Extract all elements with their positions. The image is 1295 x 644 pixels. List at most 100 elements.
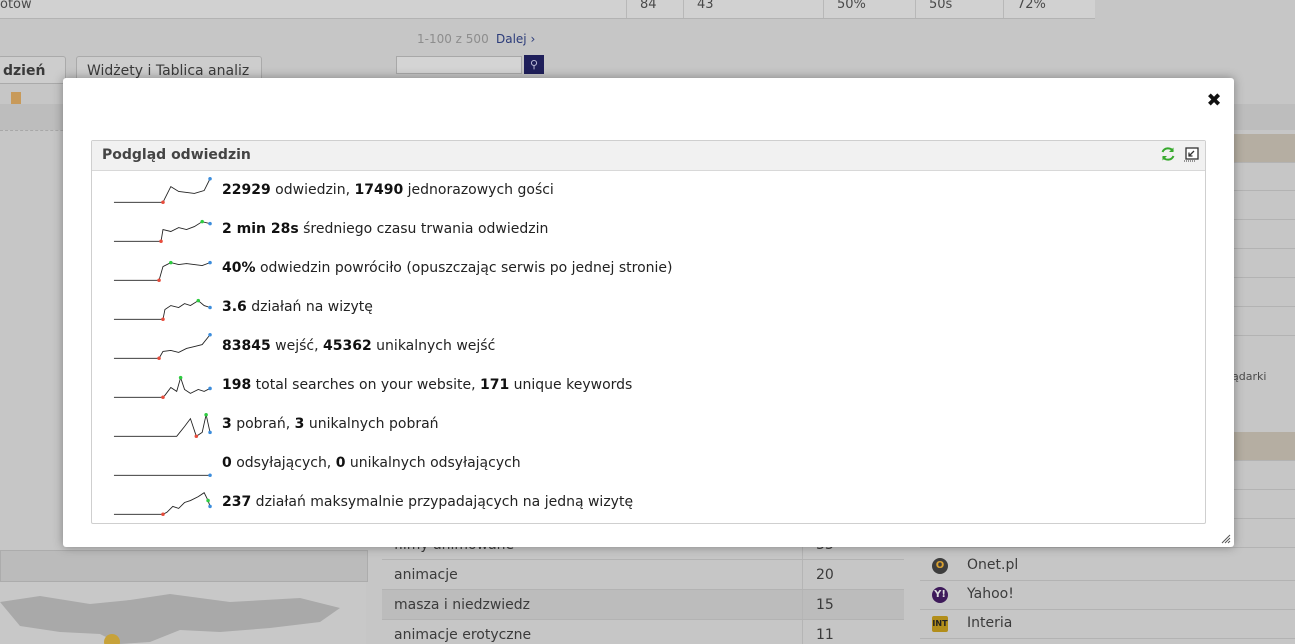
bg-world-map bbox=[0, 582, 366, 644]
metric-value: 22929 bbox=[222, 182, 271, 198]
sparkline-chart bbox=[113, 176, 212, 205]
bg-search-input[interactable] bbox=[396, 56, 522, 74]
sparkline-max-marker bbox=[196, 298, 201, 303]
sparkline-path bbox=[113, 262, 211, 281]
widget-header: Podgląd odwiedzin bbox=[92, 141, 1205, 171]
metric-text: 2 min 28s średniego czasu trwania odwied… bbox=[222, 221, 548, 237]
metric-value: 45362 bbox=[323, 338, 372, 354]
table-row[interactable]: animacje 20 bbox=[382, 560, 904, 590]
sparkline-chart bbox=[113, 298, 212, 322]
visits-overview-widget: Podgląd odwiedzin 22929 odwiedzin, 17490… bbox=[91, 140, 1206, 524]
sparkline-min-marker bbox=[161, 200, 165, 205]
metric-label: pobrań, bbox=[231, 416, 295, 432]
sparkline-path bbox=[113, 221, 211, 242]
metric-value: 2 min 28s bbox=[222, 221, 299, 237]
metric-value: 171 bbox=[479, 377, 510, 393]
bg-table-row: otów 84 43 50% 50s 72% bbox=[0, 0, 1095, 19]
sparkline-min-marker bbox=[159, 239, 163, 244]
list-item: 0 odsyłających, 0 unikalnych odsyłającyc… bbox=[92, 444, 1205, 483]
sparkline-last-marker bbox=[208, 386, 212, 391]
sparkline-max-marker bbox=[206, 498, 210, 503]
widget-modal: ✖ Podgląd odwiedzin 22929 odwiedzin, 174… bbox=[63, 78, 1234, 547]
sparkline-max-marker bbox=[200, 219, 204, 224]
metric-value: 0 bbox=[335, 455, 346, 471]
metric-label: unikalnych pobrań bbox=[304, 416, 439, 432]
sparkline-min-marker bbox=[161, 395, 165, 400]
export-icon[interactable] bbox=[1183, 146, 1199, 162]
close-icon[interactable]: ✖ bbox=[1206, 92, 1222, 110]
table-row[interactable]: animacje erotyczne 11 bbox=[382, 620, 904, 644]
sparkline-min-marker bbox=[157, 278, 161, 283]
metric-label: średniego czasu trwania odwiedzin bbox=[298, 221, 549, 237]
metric-value: 198 bbox=[222, 377, 252, 393]
list-item: 3.6 działań na wizytę bbox=[92, 288, 1205, 327]
bg-cell: 50s bbox=[929, 0, 953, 12]
sparkline-min-marker bbox=[194, 434, 199, 439]
widgets-menu-label: Widżety i Tablica analiz bbox=[87, 63, 250, 79]
list-item: 22929 odwiedzin, 17490 jednorazowych goś… bbox=[92, 171, 1205, 210]
metric-value: 3 bbox=[222, 416, 232, 432]
interia-icon: INT bbox=[932, 616, 948, 632]
sparkline-max-marker bbox=[169, 260, 173, 265]
sparkline-chart bbox=[113, 332, 212, 361]
metric-text: 0 odsyłających, 0 unikalnych odsyłającyc… bbox=[222, 455, 521, 471]
sparkline-last-marker bbox=[208, 430, 212, 435]
refresh-icon[interactable] bbox=[1160, 146, 1176, 162]
metric-label: odwiedzin, bbox=[270, 182, 355, 198]
sparkline-min-marker bbox=[161, 317, 165, 322]
list-item[interactable]: INT Interia bbox=[920, 609, 1295, 639]
sparkline-path bbox=[113, 376, 211, 398]
metric-value: 237 bbox=[222, 494, 252, 510]
metric-label: total searches on your website, bbox=[251, 377, 480, 393]
metric-text: 3.6 działań na wizytę bbox=[222, 299, 373, 315]
metric-value: 83845 bbox=[222, 338, 271, 354]
sparkline-path bbox=[113, 492, 211, 515]
pagination-next-link[interactable]: Dalej › bbox=[496, 32, 535, 46]
metric-value: 3 bbox=[294, 416, 305, 432]
bg-search-button[interactable]: ⚲ bbox=[524, 55, 544, 74]
resize-handle-icon[interactable] bbox=[1221, 534, 1231, 544]
sparkline-last-marker bbox=[208, 473, 212, 478]
bg-cell: 50% bbox=[837, 0, 866, 12]
sparkline-last-marker bbox=[208, 504, 212, 509]
list-item[interactable]: O Onet.pl bbox=[920, 551, 1295, 581]
metric-label: działań na wizytę bbox=[246, 299, 373, 315]
list-item: 2 min 28s średniego czasu trwania odwied… bbox=[92, 210, 1205, 249]
metric-text: 83845 wejść, 45362 unikalnych wejść bbox=[222, 338, 495, 354]
pagination-range: 1-100 z 500 bbox=[417, 32, 489, 46]
sparkline-chart bbox=[113, 260, 212, 283]
list-item: 83845 wejść, 45362 unikalnych wejść bbox=[92, 327, 1205, 366]
metric-value: 3.6 bbox=[222, 299, 247, 315]
metric-label: unikalnych odsyłających bbox=[345, 455, 521, 471]
bg-cell: 84 bbox=[640, 0, 657, 12]
metric-text: 40% odwiedzin powróciło (opuszczając ser… bbox=[222, 260, 673, 276]
metric-text: 237 działań maksymalnie przypadających n… bbox=[222, 494, 633, 510]
metric-value: 17490 bbox=[354, 182, 404, 198]
metric-text: 198 total searches on your website, 171 … bbox=[222, 377, 632, 393]
sparkline-chart bbox=[113, 219, 212, 244]
table-row[interactable]: masza i niedzwiedz 15 bbox=[382, 590, 904, 620]
metric-label: jednorazowych gości bbox=[403, 182, 554, 198]
bg-cell: 72% bbox=[1017, 0, 1046, 12]
yahoo-icon: Y! bbox=[932, 587, 948, 603]
period-button[interactable]: dzień bbox=[0, 56, 66, 104]
metric-value: 0 bbox=[222, 455, 232, 471]
metric-label: unikalnych wejść bbox=[371, 338, 496, 354]
sparkline-last-marker bbox=[208, 332, 212, 337]
metric-value: 40% bbox=[222, 260, 256, 276]
sparkline-min-marker bbox=[161, 512, 165, 517]
sparkline-min-marker bbox=[157, 356, 161, 361]
sparkline-chart bbox=[113, 412, 212, 439]
list-item[interactable]: Y! Yahoo! bbox=[920, 580, 1295, 610]
metric-label: odwiedzin powróciło (opuszczając serwis … bbox=[255, 260, 673, 276]
calendar-icon bbox=[11, 92, 21, 104]
sparkline-chart bbox=[113, 375, 212, 400]
world-map-icon bbox=[0, 594, 340, 644]
sparkline-chart bbox=[113, 492, 212, 517]
list-item: 40% odwiedzin powróciło (opuszczając ser… bbox=[92, 249, 1205, 288]
period-label: dzień bbox=[3, 63, 46, 79]
metric-label: wejść, bbox=[270, 338, 324, 354]
sparkline-last-marker bbox=[208, 305, 212, 310]
list-item: 198 total searches on your website, 171 … bbox=[92, 366, 1205, 405]
list-item: 3 pobrań, 3 unikalnych pobrań bbox=[92, 405, 1205, 444]
